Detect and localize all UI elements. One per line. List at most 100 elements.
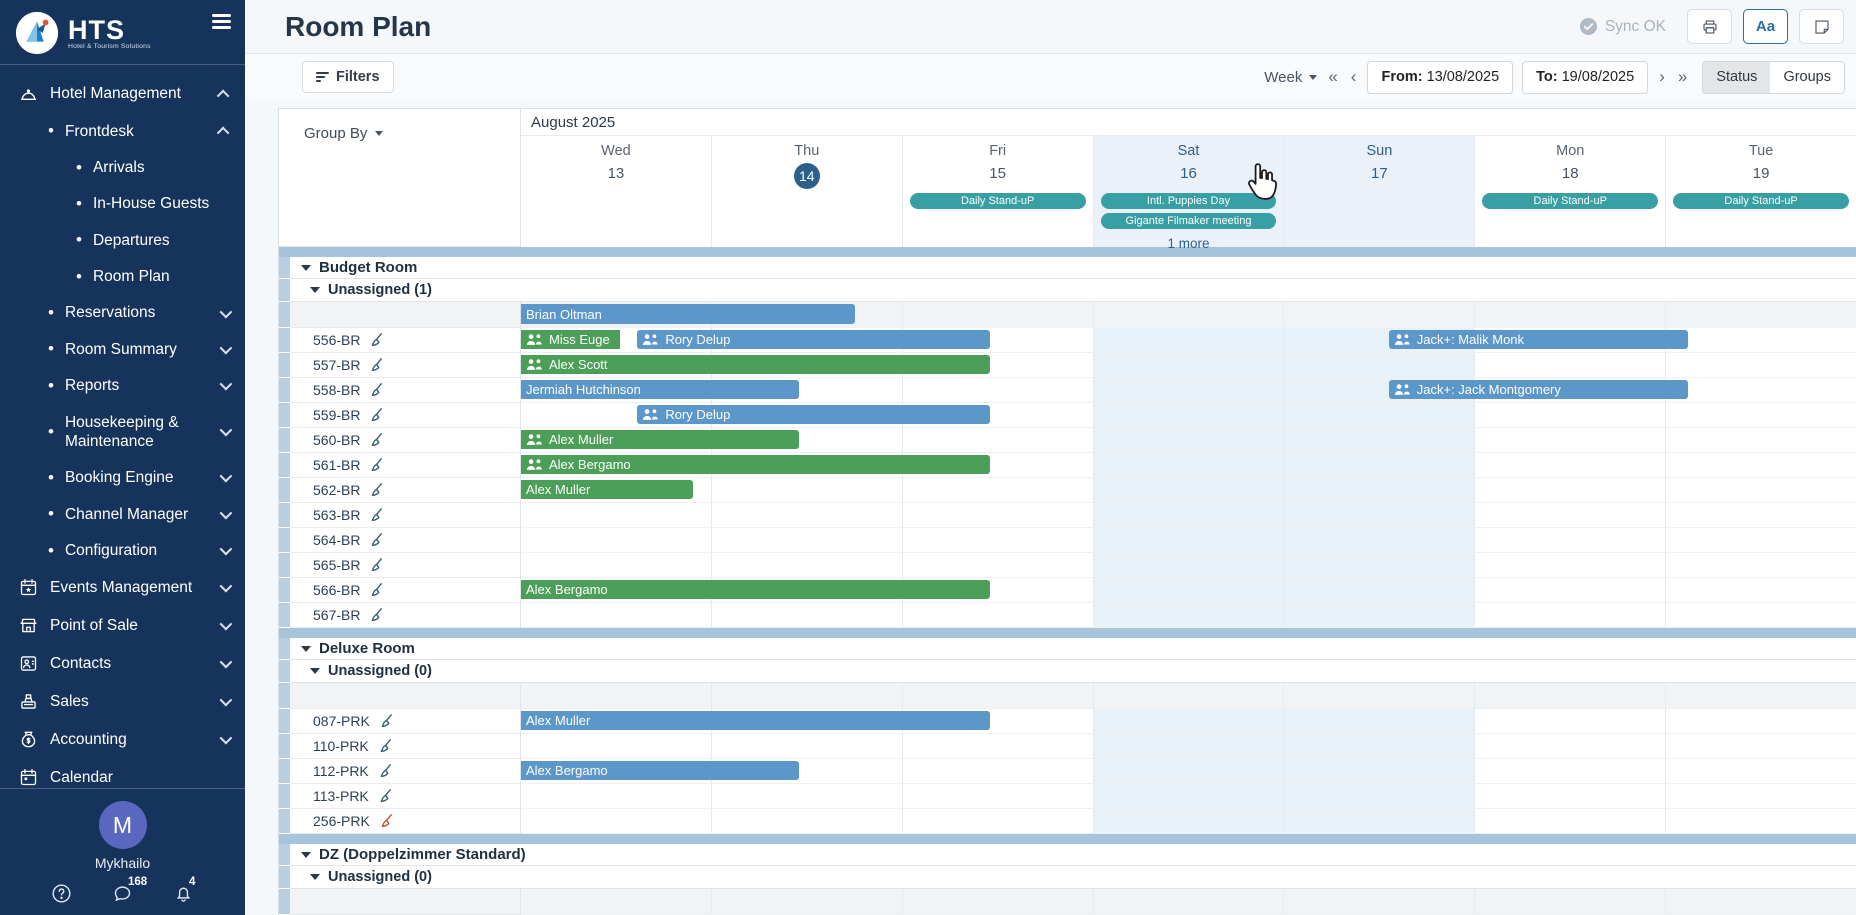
day-header-wed[interactable]: Wed13 <box>521 136 711 247</box>
reservation-bar[interactable]: Rory Delup <box>637 405 990 424</box>
housekeeping-broom-icon[interactable] <box>379 713 395 729</box>
prev-button[interactable]: ‹ <box>1349 67 1359 87</box>
help-icon[interactable] <box>51 883 72 909</box>
collapse-caret-icon[interactable] <box>301 265 311 271</box>
sidebar-item-in-house-guests[interactable]: •In-House Guests <box>0 186 245 222</box>
reservation-bar[interactable]: Alex Muller <box>521 480 693 499</box>
day-cell[interactable] <box>1665 328 1856 352</box>
chat-icon[interactable]: 168 <box>112 883 133 909</box>
housekeeping-broom-icon[interactable] <box>369 582 385 598</box>
day-header-sun[interactable]: Sun17 <box>1283 136 1474 247</box>
housekeeping-broom-icon[interactable] <box>369 607 385 623</box>
to-date-input[interactable]: To:19/08/2025 <box>1522 61 1648 94</box>
day-cell[interactable] <box>1093 683 1284 708</box>
housekeeping-broom-icon[interactable] <box>379 813 395 829</box>
day-cell[interactable] <box>1283 478 1474 502</box>
collapse-caret-icon[interactable] <box>301 646 311 652</box>
day-cell[interactable] <box>1093 603 1284 627</box>
day-cell[interactable] <box>1283 353 1474 377</box>
day-cell[interactable] <box>521 603 711 627</box>
day-cell[interactable] <box>1093 553 1284 577</box>
housekeeping-broom-icon[interactable] <box>369 557 385 573</box>
day-cell[interactable] <box>1093 478 1284 502</box>
day-cell[interactable] <box>711 603 902 627</box>
day-cell[interactable] <box>902 478 1093 502</box>
menu-toggle-icon[interactable] <box>212 14 231 33</box>
event-pill[interactable]: Gigante Filmaker meeting <box>1101 213 1277 229</box>
day-cell[interactable] <box>1474 784 1665 808</box>
day-cell[interactable] <box>1093 453 1284 477</box>
event-pill[interactable]: Daily Stand-uP <box>910 193 1086 209</box>
day-cell[interactable] <box>521 784 711 808</box>
housekeeping-broom-icon[interactable] <box>378 788 394 804</box>
reservation-bar[interactable]: Alex Muller <box>521 711 990 730</box>
day-cell[interactable] <box>1474 734 1665 758</box>
day-cell[interactable] <box>1283 759 1474 783</box>
reservation-bar[interactable]: Alex Scott <box>521 355 990 374</box>
sidebar-item-accounting[interactable]: Accounting <box>0 721 245 759</box>
day-header-tue[interactable]: Tue19Daily Stand-uP <box>1665 136 1856 247</box>
housekeeping-broom-icon[interactable] <box>378 738 394 754</box>
next-fast-button[interactable]: » <box>1676 67 1689 87</box>
day-cell[interactable] <box>1665 578 1856 602</box>
day-cell[interactable] <box>1093 709 1284 733</box>
day-cell[interactable] <box>1665 453 1856 477</box>
day-header-mon[interactable]: Mon18Daily Stand-uP <box>1474 136 1665 247</box>
day-cell[interactable] <box>711 553 902 577</box>
day-cell[interactable] <box>1283 709 1474 733</box>
day-cell[interactable] <box>1093 734 1284 758</box>
day-cell[interactable] <box>711 784 902 808</box>
day-cell[interactable] <box>1474 889 1665 914</box>
notes-button[interactable] <box>1799 9 1844 44</box>
day-cell[interactable] <box>1665 553 1856 577</box>
day-cell[interactable] <box>1093 528 1284 552</box>
day-cell[interactable] <box>1283 302 1474 327</box>
day-cell[interactable] <box>1283 428 1474 452</box>
day-cell[interactable] <box>902 809 1093 833</box>
day-cell[interactable] <box>1093 378 1284 402</box>
day-cell[interactable] <box>521 528 711 552</box>
day-header-sat[interactable]: Sat16Intl. Puppies DayGigante Filmaker m… <box>1093 136 1284 247</box>
day-cell[interactable] <box>1474 809 1665 833</box>
day-cell[interactable] <box>1093 889 1284 914</box>
day-cell[interactable] <box>1474 603 1665 627</box>
event-pill[interactable]: Intl. Puppies Day <box>1101 193 1277 209</box>
housekeeping-broom-icon[interactable] <box>369 457 385 473</box>
print-button[interactable] <box>1687 9 1732 44</box>
collapse-caret-icon[interactable] <box>310 287 320 293</box>
day-cell[interactable] <box>1093 353 1284 377</box>
day-cell[interactable] <box>902 428 1093 452</box>
day-cell[interactable] <box>521 889 711 914</box>
day-cell[interactable] <box>1665 603 1856 627</box>
bell-icon[interactable]: 4 <box>173 883 194 909</box>
day-cell[interactable] <box>1474 478 1665 502</box>
day-cell[interactable] <box>711 478 902 502</box>
day-cell[interactable] <box>902 553 1093 577</box>
sidebar-item-reservations[interactable]: •Reservations <box>0 295 245 331</box>
day-cell[interactable] <box>902 683 1093 708</box>
font-size-button[interactable]: Aa <box>1743 9 1788 44</box>
housekeeping-broom-icon[interactable] <box>369 407 385 423</box>
reservation-bar[interactable]: Jack+: Jack Montgomery <box>1389 380 1688 399</box>
day-cell[interactable] <box>1093 428 1284 452</box>
day-cell[interactable] <box>902 528 1093 552</box>
housekeeping-broom-icon[interactable] <box>369 382 385 398</box>
sidebar-item-sales[interactable]: Sales <box>0 683 245 721</box>
housekeeping-broom-icon[interactable] <box>369 332 385 348</box>
collapse-caret-icon[interactable] <box>310 668 320 674</box>
day-cell[interactable] <box>1474 578 1665 602</box>
more-events-link[interactable]: 1 more <box>1094 236 1284 251</box>
day-cell[interactable] <box>521 809 711 833</box>
day-cell[interactable] <box>711 528 902 552</box>
day-cell[interactable] <box>1093 759 1284 783</box>
sidebar-item-arrivals[interactable]: •Arrivals <box>0 149 245 185</box>
filters-button[interactable]: Filters <box>302 61 394 93</box>
day-cell[interactable] <box>902 889 1093 914</box>
day-cell[interactable] <box>1665 734 1856 758</box>
hts-logo[interactable]: HTS Hotel & Tourism Solutions <box>14 10 151 56</box>
sidebar-item-frontdesk[interactable]: •Frontdesk <box>0 113 245 149</box>
day-cell[interactable] <box>1665 683 1856 708</box>
day-cell[interactable] <box>1474 528 1665 552</box>
day-header-fri[interactable]: Fri15Daily Stand-uP <box>902 136 1093 247</box>
sidebar-item-calendar[interactable]: Calendar <box>0 759 245 788</box>
